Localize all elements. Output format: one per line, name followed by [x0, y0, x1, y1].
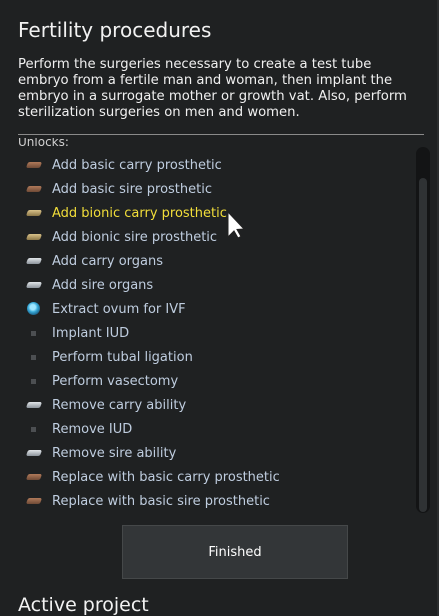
list-item-label: Perform vasectomy — [52, 373, 179, 389]
list-item[interactable]: Implant IUD — [26, 323, 129, 343]
list-item-label: Remove sire ability — [52, 445, 177, 461]
list-item[interactable]: Add basic carry prosthetic — [26, 155, 222, 175]
list-item[interactable]: Perform vasectomy — [26, 371, 178, 391]
dot-icon — [26, 423, 42, 435]
panel-title: Fertility procedures — [18, 18, 212, 42]
list-item-label: Add sire organs — [52, 277, 154, 293]
finished-button[interactable]: Finished — [122, 525, 348, 579]
list-item-label: Replace with basic carry prosthetic — [52, 469, 280, 485]
list-item-label: Replace with basic sire prosthetic — [52, 493, 270, 509]
gold-block-icon — [26, 207, 42, 219]
silver-block-icon — [26, 447, 42, 459]
brown-block-icon — [26, 183, 42, 195]
active-project-heading: Active project — [18, 594, 149, 616]
silver-block-icon — [26, 255, 42, 267]
list-item[interactable]: Add carry organs — [26, 251, 163, 271]
dot-icon — [26, 327, 42, 339]
list-item[interactable]: Remove carry ability — [26, 395, 186, 415]
list-item[interactable]: Add basic sire prosthetic — [26, 179, 212, 199]
panel-description: Perform the surgeries necessary to creat… — [18, 57, 407, 120]
list-item-label: Perform tubal ligation — [52, 349, 193, 365]
silver-block-icon — [26, 399, 42, 411]
unlocks-list[interactable]: Unlocks: Add basic carry prosthetic Add … — [18, 135, 414, 516]
list-item-label: Implant IUD — [52, 325, 130, 341]
brown-block-icon — [26, 495, 42, 507]
list-item[interactable]: Extract ovum for IVF — [26, 299, 186, 319]
list-item[interactable]: Add bionic carry prosthetic — [26, 203, 227, 223]
list-item-label: Extract ovum for IVF — [52, 301, 186, 317]
dot-icon — [26, 351, 42, 363]
list-item-label: Remove carry ability — [52, 397, 187, 413]
list-item-label: Add basic carry prosthetic — [52, 157, 222, 173]
list-item-label: Add bionic carry prosthetic — [52, 205, 227, 221]
list-item-label: Remove IUD — [52, 421, 133, 437]
research-panel: Fertility procedures Perform the surgeri… — [0, 0, 439, 616]
list-item-label: Add carry organs — [52, 253, 164, 269]
list-item[interactable]: Replace with basic sire prosthetic — [26, 491, 270, 511]
list-item[interactable]: Add sire organs — [26, 275, 153, 295]
list-item[interactable]: Remove sire ability — [26, 443, 176, 463]
gold-block-icon — [26, 231, 42, 243]
list-item-label: Add basic sire prosthetic — [52, 181, 212, 197]
ovum-icon — [26, 302, 42, 315]
list-item[interactable]: Replace with basic carry prosthetic — [26, 467, 280, 487]
list-item[interactable]: Perform tubal ligation — [26, 347, 193, 367]
unlocks-label: Unlocks: — [18, 138, 69, 148]
silver-block-icon — [26, 279, 42, 291]
mouse-cursor-icon — [227, 211, 245, 239]
scrollbar-thumb[interactable] — [419, 178, 427, 512]
brown-block-icon — [26, 159, 42, 171]
list-item-label: Add bionic sire prosthetic — [52, 229, 218, 245]
list-item[interactable]: Remove IUD — [26, 419, 132, 439]
brown-block-icon — [26, 471, 42, 483]
dot-icon — [26, 375, 42, 387]
list-item[interactable]: Add bionic sire prosthetic — [26, 227, 217, 247]
